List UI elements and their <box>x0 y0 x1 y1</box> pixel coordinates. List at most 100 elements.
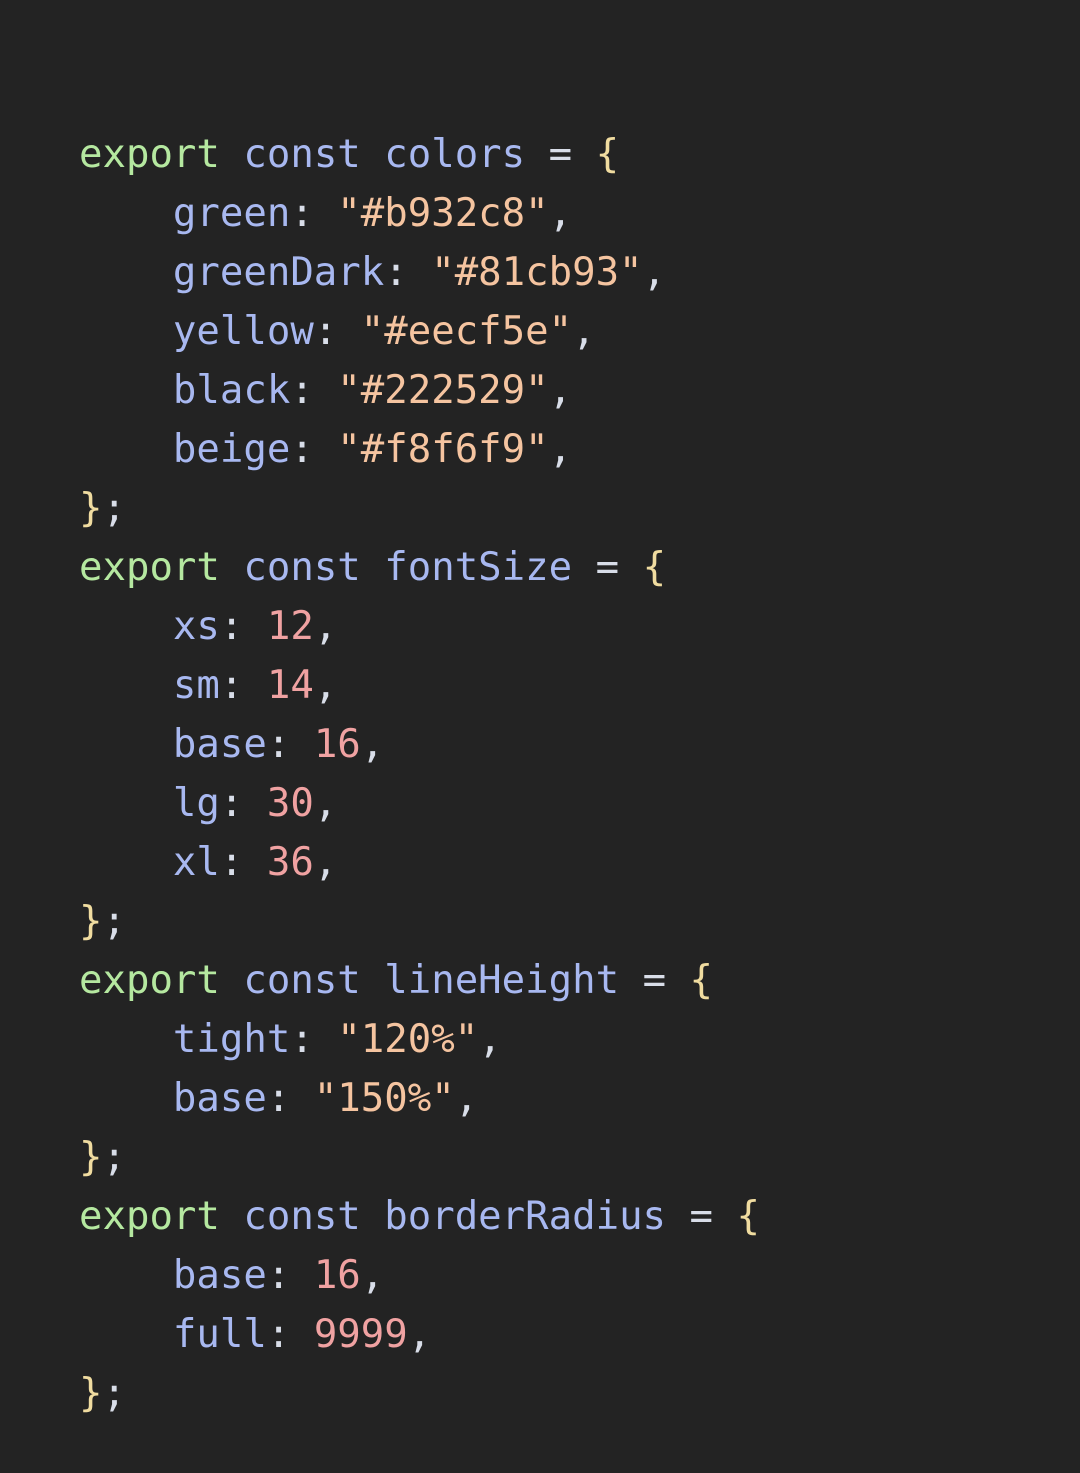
code-line: xs: 12, <box>0 597 1080 656</box>
code-line: black: "#222529", <box>0 361 1080 420</box>
code-line: export const borderRadius = { <box>0 1187 1080 1246</box>
code-token-property: sm <box>172 663 220 708</box>
code-line: base: "150%", <box>0 1069 1080 1128</box>
code-token-property: full <box>172 1312 267 1357</box>
code-token-punct: : <box>290 427 314 472</box>
code-token-punct: : <box>266 1076 291 1121</box>
code-line: greenDark: "#81cb93", <box>0 243 1080 302</box>
code-token-property: xl <box>172 840 220 885</box>
code-token-punct: , <box>548 191 573 236</box>
code-token-brace: } <box>79 1371 103 1416</box>
code-token-number: 30 <box>266 781 314 826</box>
code-token-number: 14 <box>266 663 314 708</box>
code-token-keyword: export <box>79 545 220 590</box>
code-token-brace: } <box>79 1135 103 1180</box>
code-token-brace: } <box>79 486 103 531</box>
code-token-property: black <box>172 368 291 413</box>
code-token-property: tight <box>172 1017 291 1062</box>
code-token-string: "#b932c8" <box>337 191 549 236</box>
code-token-property: beige <box>172 427 291 472</box>
code-token-property: base <box>172 1253 267 1298</box>
code-token-punct: , <box>313 781 338 826</box>
code-token-declaration: const <box>243 132 361 177</box>
code-token-punct: ; <box>102 486 126 531</box>
code-token-punct: ; <box>102 899 126 944</box>
code-token-brace: { <box>689 958 714 1003</box>
code-token-punct: , <box>313 840 338 885</box>
code-line: tight: "120%", <box>0 1010 1080 1069</box>
code-token-number: 16 <box>313 1253 361 1298</box>
code-line: }; <box>0 1128 1080 1187</box>
code-token-punct: , <box>313 604 338 649</box>
code-token-punct: : <box>266 1253 291 1298</box>
code-token-number: 12 <box>266 604 314 649</box>
code-line: beige: "#f8f6f9", <box>0 420 1080 479</box>
code-token-punct: : <box>266 722 291 767</box>
code-snippet-surface: export const colors = { green: "#b932c8"… <box>0 0 1080 1473</box>
code-token-brace: { <box>736 1194 760 1239</box>
code-line: full: 9999, <box>0 1305 1080 1364</box>
code-token-punct: : <box>384 250 408 295</box>
code-token-string: "#81cb93" <box>431 250 643 295</box>
code-token-property: lg <box>172 781 220 826</box>
code-token-punct: : <box>219 663 244 708</box>
code-token-number: 9999 <box>313 1312 408 1357</box>
code-token-punct: : <box>219 604 244 649</box>
code-token-declaration: const <box>243 1194 361 1239</box>
code-token-string: "#eecf5e" <box>360 309 573 354</box>
code-token-punct: : <box>290 1017 314 1062</box>
code-token-punct: : <box>266 1312 291 1357</box>
code-line: xl: 36, <box>0 833 1080 892</box>
code-token-punct: , <box>407 1312 432 1357</box>
code-token-punct: : <box>219 840 244 885</box>
code-token-punct: , <box>548 427 573 472</box>
code-token-punct: , <box>548 368 573 413</box>
code-token-punct: ; <box>102 1371 126 1416</box>
code-token-string: "#222529" <box>337 368 549 413</box>
code-token-punct: : <box>313 309 338 354</box>
code-token-declaration: const <box>243 958 361 1003</box>
code-token-identifier: colors <box>384 132 526 177</box>
code-block[interactable]: export const colors = { green: "#b932c8"… <box>0 125 1080 1423</box>
code-token-punct: ; <box>102 1135 126 1180</box>
code-line: export const lineHeight = { <box>0 951 1080 1010</box>
code-token-brace: { <box>642 545 667 590</box>
code-token-punct: = <box>595 545 620 590</box>
code-token-string: "#f8f6f9" <box>337 427 549 472</box>
code-line: green: "#b932c8", <box>0 184 1080 243</box>
code-line: }; <box>0 892 1080 951</box>
code-token-punct: , <box>478 1017 502 1062</box>
code-token-keyword: export <box>79 958 220 1003</box>
